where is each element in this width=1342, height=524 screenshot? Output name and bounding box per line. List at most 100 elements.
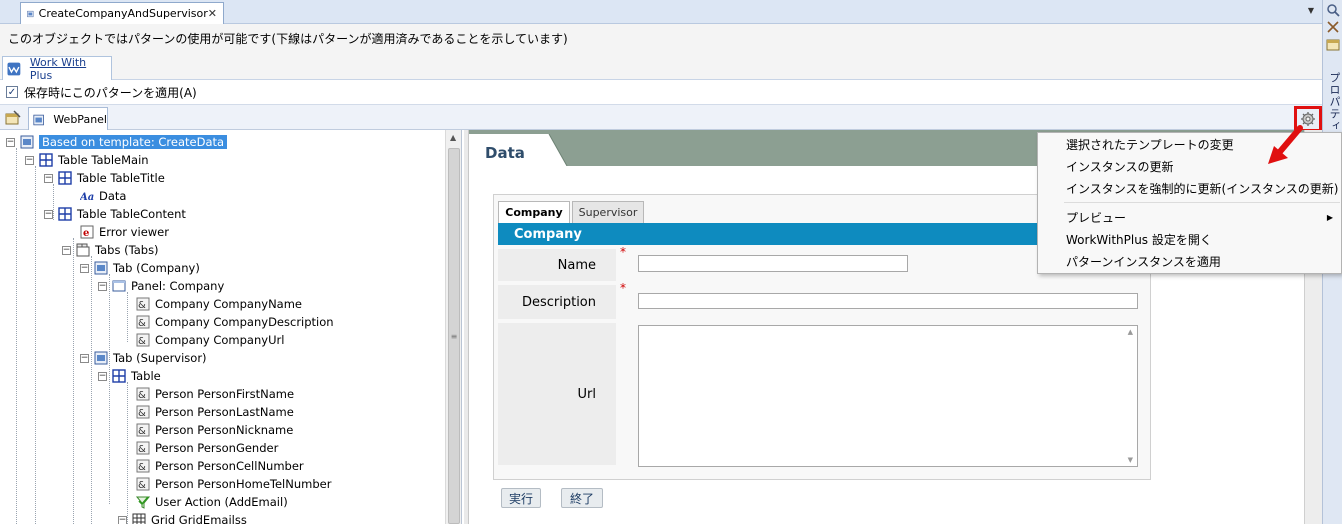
collapse-toggle-icon[interactable]: − <box>98 371 107 381</box>
tree-item-label: Error viewer <box>99 225 169 239</box>
scroll-down-icon[interactable]: ▼ <box>1128 456 1133 464</box>
tree-item-attribute[interactable]: & Company CompanyDescription <box>136 313 334 331</box>
document-tabstrip: CreateCompanyAndSupervisor ✕ ▼ <box>0 0 1322 24</box>
tree-item-label: Person PersonGender <box>155 441 279 455</box>
tree-item-label: Table TableMain <box>58 153 149 167</box>
tree-guide-line <box>127 292 128 342</box>
form-tab-company[interactable]: Company <box>498 201 570 223</box>
tree-item-label: Data <box>99 189 127 203</box>
svg-text:&: & <box>138 426 146 437</box>
tree-item-attribute[interactable]: & Person PersonCellNumber <box>136 457 304 475</box>
attribute-icon: & <box>136 441 150 455</box>
tree-scrollbar[interactable]: ▲ ≡ <box>445 130 461 524</box>
apply-on-save-label[interactable]: 保存時にこのパターンを適用(A) <box>24 84 197 101</box>
tree-item-tabs[interactable]: − Tabs (Tabs) <box>62 241 159 259</box>
tree-item-label: Company CompanyUrl <box>155 333 285 347</box>
tree-item-error-viewer[interactable]: e Error viewer <box>80 223 169 241</box>
tree-item-label: User Action (AddEmail) <box>155 495 288 509</box>
properties-side-tab[interactable]: プロパティ <box>1326 72 1342 132</box>
tree-item-label: Table TableContent <box>77 207 186 221</box>
collapse-toggle-icon[interactable]: − <box>6 137 15 147</box>
ide-window: CreateCompanyAndSupervisor ✕ ▼ このオブジェクトで… <box>0 0 1342 524</box>
tree-item-grid[interactable]: − Grid GridEmailss <box>118 511 247 524</box>
tree-item-attribute[interactable]: & Person PersonNickname <box>136 421 293 439</box>
menu-item-label: 選択されたテンプレートの変更 <box>1066 137 1234 152</box>
tree-item-label: Company CompanyDescription <box>155 315 334 329</box>
annotation-arrow-icon <box>1268 125 1303 164</box>
grid-icon <box>132 513 146 524</box>
tree-item-tab-company[interactable]: − Tab (Company) <box>80 259 200 277</box>
scroll-up-icon[interactable]: ▲ <box>1128 328 1133 336</box>
search-icon[interactable] <box>1326 3 1340 17</box>
attribute-icon: & <box>136 297 150 311</box>
collapse-toggle-icon[interactable]: − <box>118 515 127 524</box>
menu-item-force-update[interactable]: インスタンスを強制的に更新(インスタンスの更新) <box>1038 177 1341 199</box>
pattern-tab-label[interactable]: Work With Plus <box>30 56 111 82</box>
menu-item-preview[interactable]: プレビュー ▶ <box>1038 206 1341 228</box>
collapse-toggle-icon[interactable]: − <box>25 155 34 165</box>
tree-item-attribute[interactable]: & Company CompanyUrl <box>136 331 284 349</box>
collapse-toggle-icon[interactable]: − <box>44 209 53 219</box>
tree-item-label: Grid GridEmailss <box>151 513 247 524</box>
field-label-description: Description <box>498 285 616 319</box>
run-button[interactable]: 実行 <box>501 488 541 508</box>
tree-item-table[interactable]: − Table <box>98 367 161 385</box>
properties-panel-icon[interactable] <box>1326 37 1340 51</box>
tools-icon[interactable] <box>1326 20 1340 34</box>
tree-item-table-main[interactable]: − Table TableMain <box>25 151 149 169</box>
name-input[interactable] <box>638 255 908 272</box>
close-icon[interactable]: ✕ <box>208 7 217 20</box>
tree-item-data[interactable]: Aa Data <box>80 187 126 205</box>
description-input[interactable] <box>638 293 1138 309</box>
table-icon <box>58 207 72 221</box>
collapse-toggle-icon[interactable]: − <box>98 281 107 291</box>
svg-text:&: & <box>138 336 146 347</box>
svg-text:&: & <box>138 444 146 455</box>
document-tab[interactable]: CreateCompanyAndSupervisor ✕ <box>20 2 224 24</box>
webpanel-tab[interactable]: WebPanel <box>28 107 108 131</box>
menu-item-open-settings[interactable]: WorkWithPlus 設定を開く <box>1038 228 1341 250</box>
webpanel-icon <box>94 261 108 275</box>
tree-item-tab-supervisor[interactable]: − Tab (Supervisor) <box>80 349 207 367</box>
menu-item-label: プレビュー <box>1066 210 1127 225</box>
tree-item-table-title[interactable]: − Table TableTitle <box>44 169 165 187</box>
tree-item-panel-company[interactable]: − Panel: Company <box>98 277 224 295</box>
tree-item-attribute[interactable]: & Company CompanyName <box>136 295 302 313</box>
required-marker: * <box>620 281 626 295</box>
form-tab-supervisor[interactable]: Supervisor <box>572 201 644 223</box>
tree-item-root[interactable]: − Based on template: CreateData <box>6 133 228 151</box>
pattern-tab-workwithplus[interactable]: Work With Plus <box>2 56 112 82</box>
scrollbar-thumb[interactable]: ≡ <box>448 148 460 524</box>
tree-item-attribute[interactable]: & Person PersonFirstName <box>136 385 294 403</box>
menu-item-apply-instance[interactable]: パターンインスタンスを適用 <box>1038 250 1341 272</box>
properties-icon[interactable] <box>4 109 22 127</box>
tree-item-attribute[interactable]: & Person PersonGender <box>136 439 278 457</box>
tree-item-table-content[interactable]: − Table TableContent <box>44 205 186 223</box>
menu-item-label: インスタンスの更新 <box>1066 159 1174 174</box>
apply-on-save-checkbox[interactable]: ✓ <box>6 86 18 98</box>
tree-item-user-action[interactable]: User Action (AddEmail) <box>136 493 288 511</box>
collapse-toggle-icon[interactable]: − <box>62 245 71 255</box>
scroll-up-icon[interactable]: ▲ <box>450 133 456 142</box>
user-action-icon <box>136 496 150 509</box>
tree-item-label: Tab (Supervisor) <box>113 351 207 365</box>
svg-text:&: & <box>138 390 146 401</box>
tree-item-attribute[interactable]: & Person PersonLastName <box>136 403 294 421</box>
tree-guide-line <box>109 274 110 504</box>
collapse-toggle-icon[interactable]: − <box>44 173 53 183</box>
tree-item-label: Person PersonHomeTelNumber <box>155 477 332 491</box>
url-textarea[interactable]: ▲ ▼ <box>638 325 1138 467</box>
close-button[interactable]: 終了 <box>561 488 603 508</box>
table-icon <box>112 369 126 383</box>
tree-guide-line <box>16 148 17 524</box>
tree-item-attribute[interactable]: & Person PersonHomeTelNumber <box>136 475 331 493</box>
webpanel-icon <box>33 114 44 125</box>
attribute-icon: & <box>136 477 150 491</box>
attribute-icon: & <box>136 459 150 473</box>
attribute-icon: & <box>136 405 150 419</box>
collapse-toggle-icon[interactable]: − <box>80 263 89 273</box>
text-block-icon: Aa <box>80 192 94 203</box>
chevron-down-icon[interactable]: ▼ <box>1308 6 1314 15</box>
pattern-info-text: このオブジェクトではパターンの使用が可能です(下線はパターンが適用済みであること… <box>0 24 1322 52</box>
collapse-toggle-icon[interactable]: − <box>80 353 89 363</box>
